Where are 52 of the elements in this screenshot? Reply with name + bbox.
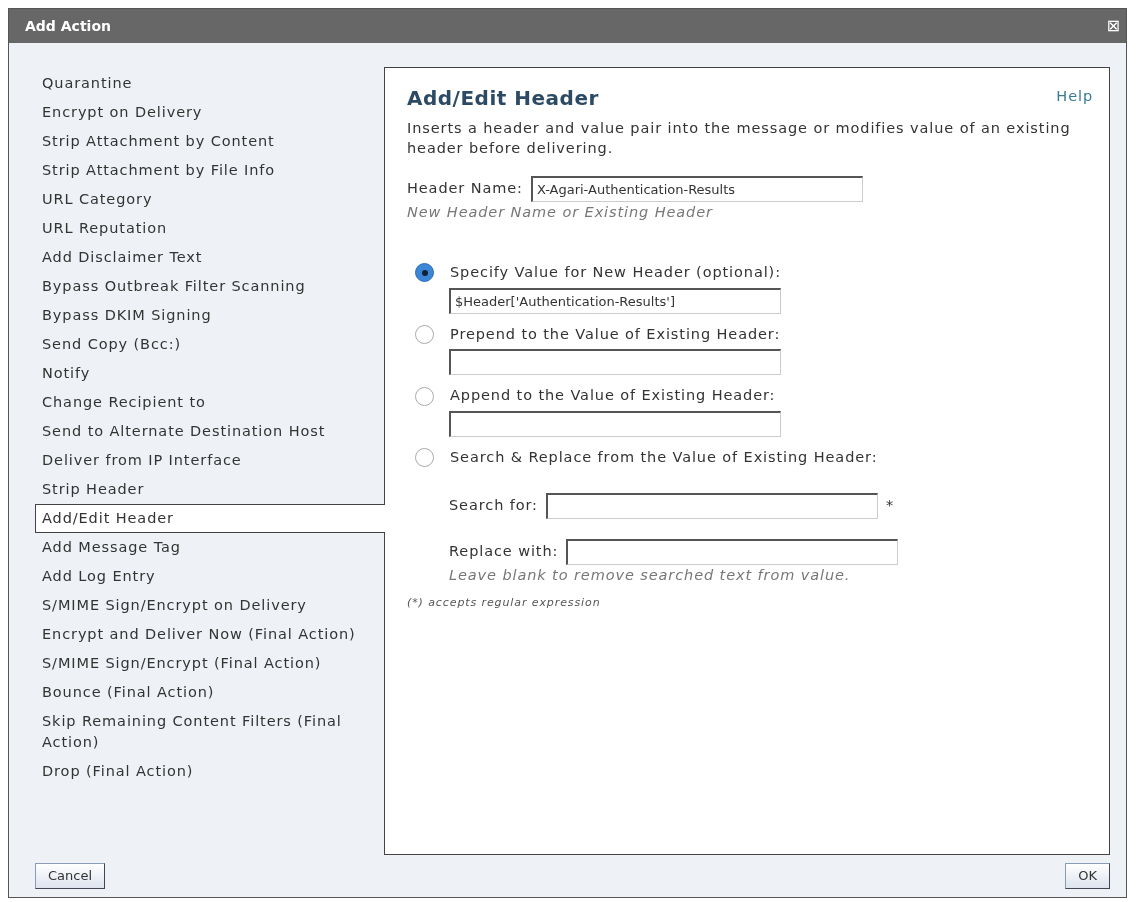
field-label: Header Name: xyxy=(407,179,523,199)
action-item[interactable]: Send Copy (Bcc:) xyxy=(35,330,384,359)
option-label: Search & Replace from the Value of Existing Header: xyxy=(450,448,878,467)
action-item[interactable]: Notify xyxy=(35,359,384,388)
action-item[interactable]: Add/Edit Header xyxy=(35,504,385,533)
action-item[interactable]: Strip Attachment by Content xyxy=(35,127,384,156)
action-item[interactable]: URL Category xyxy=(35,185,384,214)
radio-button[interactable] xyxy=(415,448,434,468)
action-item[interactable]: Add Disclaimer Text xyxy=(35,243,384,272)
action-item[interactable]: S/MIME Sign/Encrypt on Delivery xyxy=(35,591,384,620)
footnote-text: (*) accepts regular expression xyxy=(407,594,602,611)
action-item[interactable]: Bypass Outbreak Filter Scanning xyxy=(35,272,384,301)
value-field[interactable] xyxy=(449,349,781,376)
option-label: Specify Value for New Header (optional): xyxy=(450,262,781,282)
panel-title: Add/Edit Header xyxy=(407,86,599,110)
action-item[interactable]: Strip Attachment by File Info xyxy=(35,156,384,185)
action-item[interactable]: S/MIME Sign/Encrypt (Final Action) xyxy=(35,649,384,678)
hint-text: Leave blank to remove searched text from value. xyxy=(449,565,852,585)
action-item[interactable]: Bounce (Final Action) xyxy=(35,678,384,707)
action-item[interactable]: Encrypt on Delivery xyxy=(35,98,384,127)
action-item[interactable]: Skip Remaining Content Filters (Final Action) xyxy=(35,707,384,757)
radio-button[interactable] xyxy=(415,386,434,406)
value-field[interactable]: $Header['Authentication-Results'] xyxy=(449,287,781,314)
option-label: Append to the Value of Existing Header: xyxy=(450,386,776,406)
action-item[interactable]: Deliver from IP Interface xyxy=(35,446,384,475)
action-item[interactable]: Change Recipient to xyxy=(35,388,384,417)
action-item[interactable]: Bypass DKIM Signing xyxy=(35,301,384,330)
hint-text: New Header Name or Existing Header xyxy=(407,203,714,222)
action-item[interactable]: Send to Alternate Destination Host xyxy=(35,417,384,446)
value-field[interactable] xyxy=(449,411,781,437)
option-label: Prepend to the Value of Existing Header: xyxy=(450,324,781,344)
action-item[interactable]: Add Log Entry xyxy=(35,562,384,591)
field-label: Replace with: xyxy=(449,541,559,561)
action-item[interactable]: Strip Header xyxy=(35,475,384,504)
action-item[interactable]: Encrypt and Deliver Now (Final Action) xyxy=(35,620,384,649)
action-item[interactable]: Drop (Final Action) xyxy=(35,757,384,786)
description-text: Inserts a header and value pair into the message or modifies value of an existing header before delivering. xyxy=(407,119,1072,158)
header-name-field[interactable]: X-Agari-Authentication-Results xyxy=(530,176,863,202)
action-item[interactable]: Add Message Tag xyxy=(35,533,384,562)
radio-button[interactable] xyxy=(415,263,434,283)
cancel-button[interactable]: Cancel xyxy=(35,863,106,889)
required-marker: * xyxy=(885,495,895,515)
close-button[interactable]: ⊠ xyxy=(1106,18,1120,34)
radio-button[interactable] xyxy=(415,324,434,344)
field-label: Search for: xyxy=(449,495,538,515)
action-item[interactable]: URL Reputation xyxy=(35,214,384,243)
action-item[interactable]: Quarantine xyxy=(35,69,384,98)
help-link[interactable]: Help xyxy=(1056,86,1093,108)
window-title: Add Action xyxy=(25,16,111,36)
replace-field[interactable] xyxy=(566,538,899,565)
search-field[interactable] xyxy=(545,492,878,519)
ok-button[interactable]: OK xyxy=(1065,863,1110,889)
